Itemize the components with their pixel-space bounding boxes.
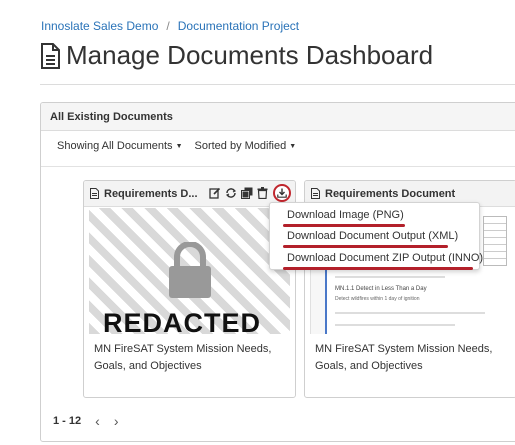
panel-header: All Existing Documents (41, 103, 515, 131)
page-title: Manage Documents Dashboard (66, 40, 434, 70)
menu-item-download-zip[interactable]: Download Document ZIP Output (INNO) (283, 252, 484, 270)
highlight-underline (283, 224, 405, 227)
sort-dropdown[interactable]: Sorted by Modified ▼ (195, 140, 297, 152)
chevron-left-icon[interactable]: ‹ (95, 413, 100, 429)
chevron-right-icon[interactable]: › (114, 413, 119, 429)
card-thumbnail-redacted[interactable]: REDACTED (89, 208, 290, 334)
filter-label: Showing All Documents (57, 140, 173, 152)
menu-item-label: Download Image (PNG) (287, 209, 404, 221)
download-menu: Download Image (PNG) Download Document O… (269, 202, 484, 270)
redacted-label: REDACTED (103, 308, 262, 334)
caret-down-icon: ▼ (175, 142, 183, 150)
sort-label: Sorted by Modified (194, 140, 287, 152)
document-icon (90, 188, 99, 199)
breadcrumb-item-project-root[interactable]: Innoslate Sales Demo (41, 19, 158, 33)
page-range: 1 - 12 (53, 415, 82, 427)
panel-toolbar: Showing All Documents ▼ Sorted by Modifie… (57, 140, 296, 152)
card-actions (208, 184, 291, 202)
preview-heading: MN.1.1 Detect in Less Than a Day (335, 286, 427, 292)
preview-text: Detect wildfires within 1 day of ignitio… (335, 296, 420, 302)
filter-dropdown[interactable]: Showing All Documents ▼ (57, 140, 183, 152)
caret-down-icon: ▼ (289, 142, 297, 150)
card-caption: MN FireSAT System Mission Needs, Goals, … (315, 343, 493, 372)
page-header: Manage Documents Dashboard (40, 40, 433, 71)
trash-icon[interactable] (256, 187, 269, 200)
menu-item-download-png[interactable]: Download Image (PNG) (283, 209, 405, 227)
download-icon[interactable] (273, 184, 291, 202)
sync-icon[interactable] (224, 187, 237, 200)
preview-table (483, 216, 507, 266)
preview-line (335, 324, 455, 326)
breadcrumb-item-documentation[interactable]: Documentation Project (178, 19, 299, 33)
document-icon (40, 42, 60, 69)
menu-item-download-xml[interactable]: Download Document Output (XML) (283, 230, 459, 248)
pagination: 1 - 12 ‹ › (53, 413, 118, 429)
breadcrumb: Innoslate Sales Demo / Documentation Pro… (41, 19, 299, 33)
card-caption: MN FireSAT System Mission Needs, Goals, … (94, 343, 272, 372)
edit-icon[interactable] (208, 187, 221, 200)
preview-line (335, 276, 445, 278)
menu-item-label: Download Document ZIP Output (INNO) (287, 252, 484, 264)
lock-icon (169, 242, 211, 298)
preview-line (335, 312, 485, 314)
document-icon (311, 188, 320, 199)
toolbar-divider (41, 166, 515, 167)
menu-item-label: Download Document Output (XML) (287, 230, 459, 242)
highlight-underline (283, 267, 473, 270)
copy-icon[interactable] (240, 187, 253, 200)
document-card[interactable]: Requirements D... REDACTED MN FireSAT Sy… (83, 180, 296, 398)
card-title[interactable]: Requirements Document (325, 188, 455, 200)
documents-panel: All Existing Documents Showing All Docum… (40, 102, 515, 442)
breadcrumb-separator: / (166, 19, 170, 33)
card-title[interactable]: Requirements D... (104, 188, 198, 200)
title-divider (40, 84, 515, 85)
highlight-underline (283, 245, 448, 248)
